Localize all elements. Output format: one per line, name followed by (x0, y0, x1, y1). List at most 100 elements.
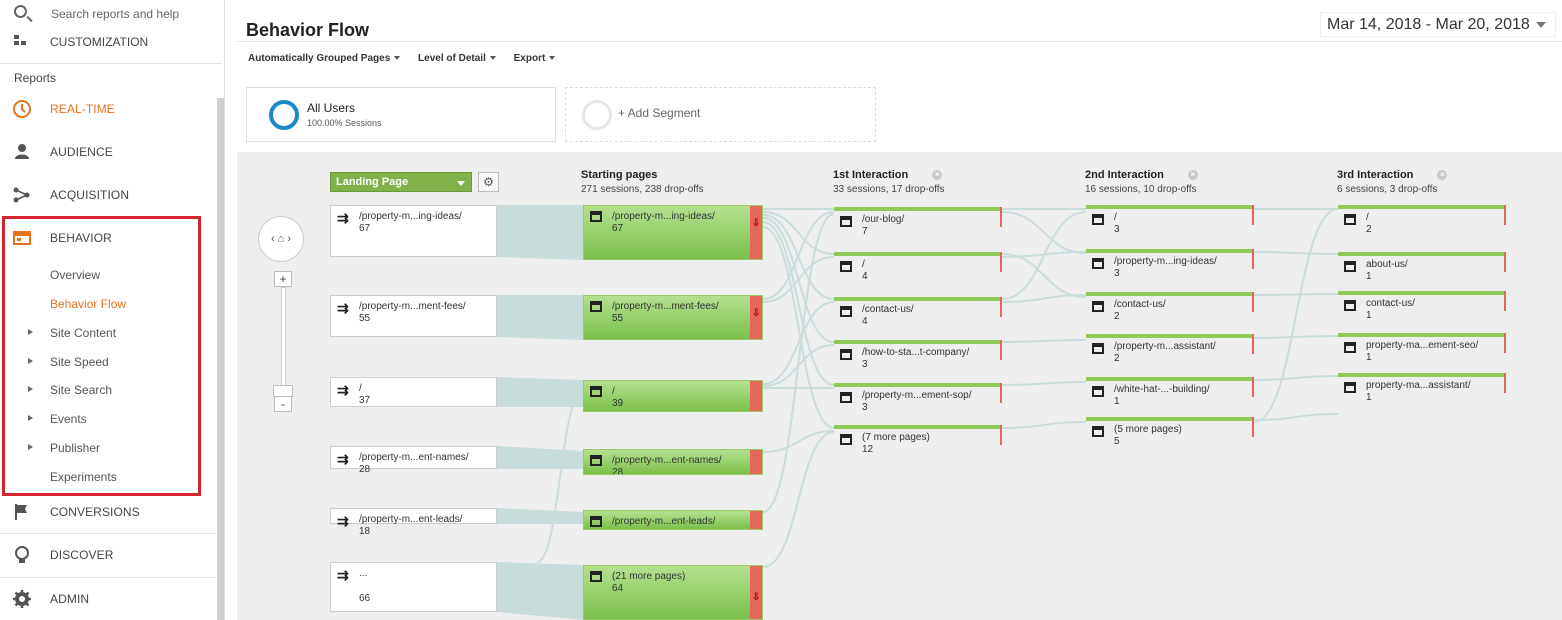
interaction-node[interactable]: /property-m...assistant/ 2 (1086, 334, 1254, 364)
interaction-node[interactable]: / 4 (834, 252, 1002, 282)
starting-page-node[interactable]: /property-m...ent-leads/ 18 (583, 510, 763, 530)
landing-page-node[interactable]: ⇉ /property-m...ent-names/ 28 (330, 446, 497, 475)
interaction-node[interactable]: /contact-us/ 2 (1086, 292, 1254, 322)
interaction-node[interactable]: property-ma...assistant/ 1 (1338, 373, 1506, 403)
starting-page-node[interactable]: ⇩ (21 more pages) 64 (583, 565, 763, 620)
sidebar-scrollbar[interactable] (217, 98, 224, 620)
sidebar-item-discover[interactable]: DISCOVER (0, 536, 216, 574)
close-icon[interactable]: × (1187, 170, 1198, 180)
flow-link-curve (1253, 335, 1339, 339)
sidebar-item-customization[interactable]: CUSTOMIZATION (0, 28, 222, 64)
expand-arrow-icon (28, 444, 33, 450)
interaction-node[interactable]: (7 more pages) 12 (834, 425, 1002, 455)
sidebar-item-acquisition[interactable]: ACQUISITION (0, 176, 216, 214)
zoom-out-button[interactable]: - (274, 396, 292, 412)
interaction-node[interactable]: / 3 (1086, 205, 1254, 235)
node-value: 39 (612, 398, 624, 409)
sidebar-item-behavior[interactable]: BEHAVIOR (0, 219, 216, 257)
landing-page-node[interactable]: ⇉ / 37 (330, 377, 497, 407)
sidebar-item-admin[interactable]: ADMIN (0, 580, 216, 618)
node-fill (584, 381, 750, 411)
node-name: / (862, 259, 865, 270)
node-bar (834, 297, 1002, 301)
site-speed[interactable]: Site Speed (0, 348, 200, 374)
dropdown-label: Level of Detail (418, 53, 486, 64)
search-input[interactable]: Search reports and help (51, 7, 179, 21)
landing-page-node[interactable]: ⇉ /property-m...ing-ideas/ 67 (330, 205, 497, 257)
page-icon (590, 455, 602, 466)
page-icon (590, 516, 602, 527)
main-panel: Behavior Flow Mar 14, 2018 - Mar 20, 201… (237, 0, 1562, 620)
node-bar (834, 425, 1002, 429)
starting-page-node[interactable]: /property-m...ent-names/ 28 (583, 449, 763, 475)
interaction-node[interactable]: /property-m...ement-sop/ 3 (834, 383, 1002, 413)
zoom-slider[interactable] (281, 287, 286, 396)
zoom-in-button[interactable]: + (274, 271, 292, 287)
node-bar (1086, 205, 1254, 209)
publisher[interactable]: Publisher (0, 434, 200, 460)
behavior-flow[interactable]: Behavior Flow (0, 290, 200, 316)
behavior-flow-canvas[interactable]: ‹ ⌂ › + - Landing Page ⚙ Starting pages … (237, 152, 1562, 620)
landing-page-node[interactable]: ⇉ /property-m...ment-fees/ 55 (330, 295, 497, 337)
sidebar-item-label: CONVERSIONS (50, 505, 140, 519)
date-range-picker[interactable]: Mar 14, 2018 - Mar 20, 2018 (1320, 12, 1556, 37)
sidebar-item-conversions[interactable]: CONVERSIONS (0, 493, 216, 531)
interaction-node[interactable]: /contact-us/ 4 (834, 297, 1002, 327)
level-of-detail-dropdown[interactable]: Level of Detail (418, 53, 496, 64)
add-segment-button[interactable]: + Add Segment (565, 87, 876, 142)
expand-arrow-icon (28, 386, 33, 392)
add-segment-label: + Add Segment (618, 106, 701, 120)
interaction-node[interactable]: contact-us/ 1 (1338, 291, 1506, 321)
sidebar-item-label: BEHAVIOR (50, 231, 112, 245)
entrance-arrow-icon: ⇉ (337, 513, 349, 529)
entrance-arrow-icon: ⇉ (337, 382, 349, 398)
events[interactable]: Events (0, 405, 200, 431)
flow-link-curve (1253, 208, 1339, 423)
pan-control[interactable]: ‹ ⌂ › (258, 216, 304, 262)
node-value: 2 (1114, 311, 1120, 322)
interaction-node[interactable]: /property-m...ing-ideas/ 3 (1086, 249, 1254, 279)
divider (0, 533, 216, 534)
page-icon (840, 392, 852, 403)
sidebar-item-label: CUSTOMIZATION (50, 35, 149, 49)
close-icon[interactable]: × (932, 170, 943, 180)
site-content[interactable]: Site Content (0, 319, 200, 345)
segment-all-users[interactable]: All Users 100.00% Sessions (246, 87, 556, 142)
settings-gear-button[interactable]: ⚙ (478, 172, 499, 192)
dropoff-bar (1252, 334, 1254, 354)
search-box[interactable]: Search reports and help (0, 0, 222, 28)
interaction-node[interactable]: (5 more pages) 5 (1086, 417, 1254, 447)
dropoff-bar (1504, 205, 1506, 225)
column-subtitle: 33 sessions, 17 drop-offs (833, 184, 945, 195)
page-icon (1344, 300, 1356, 311)
interaction-node[interactable]: about-us/ 1 (1338, 252, 1506, 282)
entrance-arrow-icon: ⇉ (337, 451, 349, 467)
page-icon (840, 349, 852, 360)
landing-page-dimension-select[interactable]: Landing Page (330, 172, 472, 192)
dropoff-bar (1000, 297, 1002, 317)
starting-page-node[interactable]: / 39 (583, 380, 763, 412)
behavior-overview[interactable]: Overview (0, 261, 200, 287)
sidebar-item-realtime[interactable]: REAL-TIME (0, 90, 216, 128)
node-bar (834, 207, 1002, 211)
interaction-node[interactable]: property-ma...ement-seo/ 1 (1338, 333, 1506, 363)
interaction-node[interactable]: /how-to-sta...t-company/ 3 (834, 340, 1002, 370)
interaction-node[interactable]: / 2 (1338, 205, 1506, 235)
close-icon[interactable]: × (1437, 170, 1448, 180)
reports-section-label: Reports (14, 71, 57, 85)
dropoff-bar (1504, 291, 1506, 311)
starting-page-node[interactable]: ⇩ /property-m...ing-ideas/ 67 (583, 205, 763, 260)
export-dropdown[interactable]: Export (514, 53, 556, 64)
site-search[interactable]: Site Search (0, 376, 200, 402)
column-title: 1st Interaction (833, 169, 909, 181)
sidebar-item-audience[interactable]: AUDIENCE (0, 133, 216, 171)
column-subtitle: 16 sessions, 10 drop-offs (1085, 184, 1197, 195)
landing-page-node[interactable]: ⇉ ... 66 (330, 562, 497, 612)
experiments[interactable]: Experiments (0, 463, 200, 489)
grouped-pages-dropdown[interactable]: Automatically Grouped Pages (248, 53, 401, 64)
starting-page-node[interactable]: ⇩ /property-m...ment-fees/ 55 (583, 295, 763, 340)
interaction-node[interactable]: /our-blog/ 7 (834, 207, 1002, 237)
node-name: / (1114, 212, 1117, 223)
interaction-node[interactable]: /white-hat-...-building/ 1 (1086, 377, 1254, 407)
landing-page-node[interactable]: ⇉ /property-m...ent-leads/ 18 (330, 508, 497, 537)
